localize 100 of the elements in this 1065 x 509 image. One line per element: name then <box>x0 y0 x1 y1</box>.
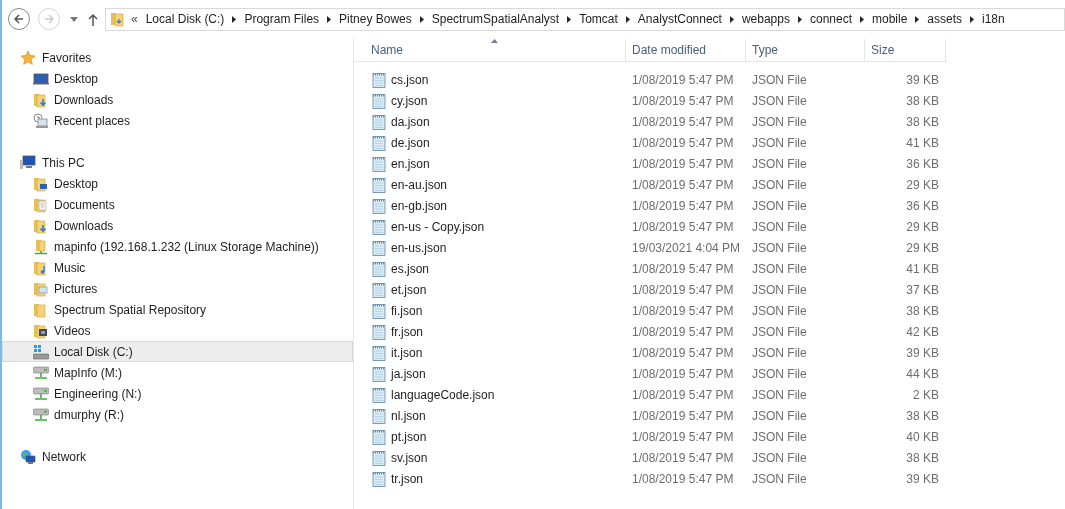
date-cell-text: 1/08/2019 5:47 PM <box>631 302 735 320</box>
date-cell-text: 1/08/2019 5:47 PM <box>631 134 735 152</box>
breadcrumb-segment[interactable]: i18n <box>982 10 1005 28</box>
notepad-file-icon <box>372 407 386 424</box>
type-cell-text: JSON File <box>751 386 808 404</box>
file-name-cell[interactable]: it.json <box>354 343 626 362</box>
type-cell-text: JSON File <box>751 218 808 236</box>
file-name-cell[interactable]: da.json <box>354 112 626 131</box>
type-cell-text: JSON File <box>751 302 808 320</box>
breadcrumb-segment[interactable]: Local Disk (C:) <box>145 10 225 28</box>
chevron-icon[interactable] <box>860 15 864 23</box>
breadcrumb-segment[interactable]: mobile <box>872 10 908 28</box>
date-cell-text: 1/08/2019 5:47 PM <box>631 323 735 341</box>
chevron-icon[interactable] <box>797 15 802 23</box>
chevron-icon[interactable] <box>419 15 424 23</box>
breadcrumb-overflow[interactable]: « <box>131 10 138 28</box>
dropdown-caret-icon[interactable] <box>70 16 78 22</box>
type-cell-text: JSON File <box>751 470 808 488</box>
file-name-cell[interactable]: pt.json <box>354 427 626 446</box>
size-cell-text: 38 KB <box>905 302 940 320</box>
breadcrumb-segment[interactable]: assets <box>927 10 963 28</box>
breadcrumb-segment[interactable]: Tomcat <box>579 10 618 28</box>
chevron-icon[interactable] <box>327 15 332 23</box>
date-cell-text: 1/08/2019 5:47 PM <box>631 113 735 131</box>
file-name-cell[interactable]: tr.json <box>354 469 626 488</box>
chevron-icon[interactable] <box>567 15 572 23</box>
nav-item[interactable]: Music <box>2 257 353 278</box>
nav-item[interactable]: MapInfo (M:) <box>2 362 353 383</box>
type-cell-text: JSON File <box>751 71 808 89</box>
notepad-file-icon <box>372 197 386 214</box>
file-name-cell[interactable]: fr.json <box>354 322 626 341</box>
nav-item[interactable]: Engineering (N:) <box>2 383 353 404</box>
type-cell-text: JSON File <box>751 449 808 467</box>
file-name-cell[interactable]: es.json <box>354 259 626 278</box>
nav-item[interactable]: Downloads <box>2 89 353 110</box>
nav-item[interactable]: Pictures <box>2 278 353 299</box>
nav-section-header[interactable]: This PC <box>2 152 353 173</box>
nav-item[interactable]: Local Disk (C:) <box>2 341 353 362</box>
notepad-file-icon <box>372 134 386 151</box>
date-cell-text: 1/08/2019 5:47 PM <box>631 197 735 215</box>
file-name-cell[interactable]: de.json <box>354 133 626 152</box>
folder-icon <box>33 301 49 318</box>
date-cell-text: 1/08/2019 5:47 PM <box>631 428 735 446</box>
breadcrumb-segment[interactable]: connect <box>809 10 852 28</box>
size-cell-text: 42 KB <box>905 323 940 341</box>
notepad-file-icon <box>372 218 386 235</box>
monitor-icon <box>33 70 49 87</box>
up-arrow-icon[interactable] <box>88 12 98 26</box>
breadcrumb-segment[interactable]: SpectrumSpatialAnalyst <box>431 10 560 28</box>
nav-section-header[interactable]: Favorites <box>2 47 353 68</box>
windows-drive-icon <box>33 343 49 360</box>
file-name-cell[interactable]: cs.json <box>354 70 626 89</box>
file-name-cell[interactable]: nl.json <box>354 406 626 425</box>
chevron-icon[interactable] <box>729 15 734 23</box>
file-name-cell[interactable]: en-us.json <box>354 238 626 257</box>
size-cell-text: 36 KB <box>905 155 940 173</box>
breadcrumb-segment[interactable]: Pitney Bowes <box>339 10 412 28</box>
nav-item[interactable]: dmurphy (R:) <box>2 404 353 425</box>
breadcrumb-segment[interactable]: webapps <box>741 10 790 28</box>
date-cell-text: 1/08/2019 5:47 PM <box>631 281 735 299</box>
nav-item[interactable]: Videos <box>2 320 353 341</box>
date-cell-text: 1/08/2019 5:47 PM <box>631 470 735 488</box>
notepad-file-icon <box>372 155 386 172</box>
file-name-cell[interactable]: sv.json <box>354 448 626 467</box>
nav-item[interactable]: Spectrum Spatial Repository <box>2 299 353 320</box>
file-name-cell[interactable]: en.json <box>354 154 626 173</box>
size-cell-text: 41 KB <box>905 260 940 278</box>
nav-item[interactable]: mapinfo (192.168.1.232 (Linux Storage Machine)) <box>2 236 353 257</box>
column-header[interactable]: Size <box>865 39 946 61</box>
nav-item[interactable]: Desktop <box>2 173 353 194</box>
breadcrumb-segment[interactable]: AnalystConnect <box>637 10 722 28</box>
address-bar[interactable]: « Local Disk (C:) Program Files Pitney Bowes SpectrumSpatialAnalyst Tomcat AnalystConnect webapps connect mobile assets i18n <box>105 7 1065 31</box>
chevron-icon[interactable] <box>232 15 237 23</box>
nav-section-header[interactable]: Network <box>2 446 353 467</box>
column-header[interactable]: Type <box>746 39 865 61</box>
size-cell-text: 37 KB <box>905 281 940 299</box>
file-name-cell[interactable]: ja.json <box>354 364 626 383</box>
nav-item[interactable]: Documents <box>2 194 353 215</box>
file-name-cell[interactable]: en-au.json <box>354 175 626 194</box>
nav-item[interactable]: Downloads <box>2 215 353 236</box>
chevron-icon[interactable] <box>970 15 975 23</box>
chevron-icon[interactable] <box>915 15 920 23</box>
file-name-cell[interactable]: en-gb.json <box>354 196 626 215</box>
file-name-cell[interactable]: languageCode.json <box>354 385 626 404</box>
nav-item[interactable]: Desktop <box>2 68 353 89</box>
file-name-cell[interactable]: cy.json <box>354 91 626 110</box>
size-cell-text: 38 KB <box>905 92 940 110</box>
chevron-icon[interactable] <box>625 15 630 23</box>
file-name-cell[interactable]: et.json <box>354 280 626 299</box>
file-name-cell[interactable]: en-us - Copy.json <box>354 217 626 236</box>
breadcrumb-segment[interactable]: Program Files <box>244 10 320 28</box>
file-name-cell[interactable]: fi.json <box>354 301 626 320</box>
size-cell-text: 38 KB <box>905 113 940 131</box>
folder-download-icon <box>33 217 49 234</box>
nav-item[interactable]: Recent places <box>2 110 353 131</box>
date-cell-text: 1/08/2019 5:47 PM <box>631 344 735 362</box>
date-cell-text: 1/08/2019 5:47 PM <box>631 155 735 173</box>
left-arrow-icon <box>13 13 25 25</box>
notepad-file-icon <box>372 92 386 109</box>
column-header[interactable]: Date modified <box>626 39 746 61</box>
